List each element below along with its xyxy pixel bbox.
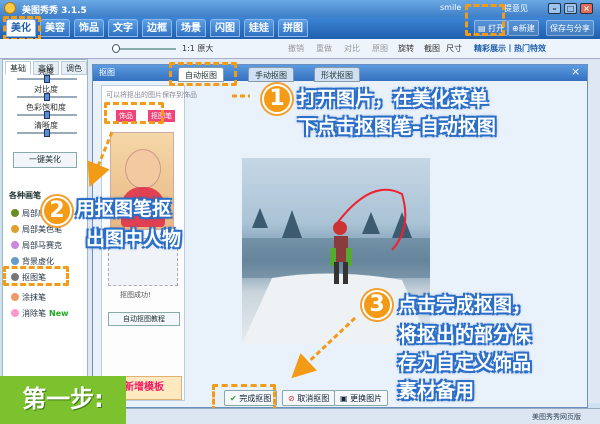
- menu-bar: 美化 美容 饰品 文字 边框 场景 闪图 娃娃 拼图 ▤ 打开 ⊕新建 保存与分…: [0, 17, 600, 39]
- close-icon[interactable]: ×: [580, 3, 593, 14]
- highlight-auto-cutout-tab: [169, 62, 237, 86]
- tab-frame[interactable]: 边框: [142, 19, 172, 37]
- redo-button[interactable]: 重做: [316, 43, 332, 54]
- tool-label: 消除笔: [22, 309, 46, 318]
- annotation-3c: 存为自定义饰品: [398, 352, 532, 374]
- feedback-link[interactable]: 提意见: [504, 3, 528, 14]
- maximize-icon[interactable]: □: [564, 3, 577, 14]
- eraser-icon: [11, 309, 19, 317]
- status-bar: 美图秀秀网页版: [88, 408, 600, 424]
- saturation-slider[interactable]: [17, 111, 77, 119]
- tab-flash[interactable]: 闪图: [210, 19, 240, 37]
- brightness-slider[interactable]: [17, 75, 77, 83]
- undo-button[interactable]: 撤销: [288, 43, 304, 54]
- annotation-2b: 出图中人物: [86, 228, 182, 250]
- brightness-knob[interactable]: [44, 75, 50, 83]
- crop-button[interactable]: 截图: [424, 43, 440, 54]
- user-label[interactable]: smile: [440, 3, 461, 12]
- blur-icon: [11, 257, 19, 265]
- contrast-knob[interactable]: [44, 93, 50, 101]
- size-button[interactable]: 尺寸: [446, 43, 462, 54]
- image-icon: ▣: [340, 394, 348, 403]
- step-label: 第一步:: [0, 376, 126, 424]
- pen-icon: [11, 293, 19, 301]
- title-bar: 美图秀秀 3.1.5 smile 提意见 – □ ×: [0, 0, 600, 17]
- brush-section-title: 各种画笔: [9, 191, 41, 200]
- mosaic-icon: [11, 241, 19, 249]
- step-number-3: 3: [362, 290, 392, 320]
- annotation-3d: 素材备用: [398, 380, 475, 402]
- new-badge: New: [49, 309, 69, 318]
- original-button[interactable]: 原图: [372, 43, 388, 54]
- change-label: 更换图片: [350, 394, 383, 403]
- one-click-beautify-button[interactable]: 一键美化: [13, 152, 77, 168]
- tab-text[interactable]: 文字: [108, 19, 138, 37]
- baby-face: [125, 149, 161, 189]
- tab-beauty[interactable]: 美容: [40, 19, 70, 37]
- tool-label: 局部美色笔: [22, 225, 62, 234]
- tool-local-mosaic[interactable]: 局部马赛克: [11, 240, 62, 251]
- tool-label: 背景虚化: [22, 257, 54, 266]
- highlight-cutout-brush: [3, 266, 69, 286]
- rotate-button[interactable]: 旋转: [398, 43, 414, 54]
- brush-icon: [11, 209, 19, 217]
- step-number-2: 2: [42, 196, 72, 226]
- highlight-open-button: [465, 4, 505, 36]
- highlight-beautify-tab: [3, 16, 41, 41]
- sharpness-slider[interactable]: [17, 129, 77, 137]
- cancel-label: 取消抠图: [297, 394, 330, 403]
- step-number-1: 1: [262, 84, 292, 114]
- app-logo-icon: [4, 2, 16, 14]
- annotation-1b: 下点击抠图笔-自动抠图: [298, 116, 496, 138]
- tool-smudge[interactable]: 涂抹笔: [11, 292, 46, 303]
- plus-icon: ⊕: [512, 24, 519, 33]
- cancel-cutout-button[interactable]: ⊘ 取消抠图: [282, 390, 336, 406]
- annotation-3a: 点击完成抠图，: [398, 294, 532, 316]
- new-button[interactable]: ⊕新建: [508, 20, 539, 36]
- dialog-hint: 可以将抠出的图片保存到饰品: [106, 91, 197, 99]
- tab-collage[interactable]: 拼图: [278, 19, 308, 37]
- annotation-3b: 将抠出的部分保: [398, 324, 532, 346]
- hot-effects-label[interactable]: 精彩展示丨热门特效: [474, 43, 546, 54]
- change-image-button[interactable]: ▣ 更换图片: [334, 390, 389, 406]
- tool-label: 局部马赛克: [22, 241, 62, 250]
- cancel-icon: ⊘: [288, 394, 295, 403]
- dialog-close-button[interactable]: ×: [571, 66, 583, 78]
- tool-label: 涂抹笔: [22, 293, 46, 302]
- minimize-icon[interactable]: –: [548, 3, 561, 14]
- zoom-slider[interactable]: [112, 48, 176, 50]
- sharpness-knob[interactable]: [44, 129, 50, 137]
- toolbar: 1:1 原大 撤销 重做 对比 原图 旋转 截图 尺寸 精彩展示丨热门特效: [0, 39, 600, 59]
- zoom-slider-knob[interactable]: [112, 44, 120, 53]
- tab-scene[interactable]: 场景: [176, 19, 206, 37]
- web-version-link[interactable]: 美图秀秀网页版: [532, 412, 581, 422]
- contrast-slider[interactable]: [17, 93, 77, 101]
- new-label: 新建: [518, 24, 535, 33]
- compare-button[interactable]: 对比: [344, 43, 360, 54]
- save-share-button[interactable]: 保存与分享: [546, 20, 594, 36]
- tab-manual-cutout[interactable]: 手动抠图: [248, 67, 294, 82]
- left-panel: 基础 高级 调色 亮度 对比度 色彩饱和度 清晰度 一键美化 各种画笔 局部磨皮…: [2, 59, 88, 403]
- annotation-1a: 打开图片，在美化菜单: [298, 88, 489, 110]
- tab-doll[interactable]: 娃娃: [244, 19, 274, 37]
- palette-icon: [11, 225, 19, 233]
- tutorial-button[interactable]: 自动抠图教程: [108, 312, 180, 326]
- cutout-success-caption: 抠图成功!: [120, 291, 151, 299]
- annotation-2a: 用抠图笔抠: [76, 198, 172, 220]
- tool-eraser[interactable]: 消除笔 New: [11, 308, 69, 319]
- highlight-cutout-mini-tab: [104, 102, 164, 124]
- window-title: 美图秀秀 3.1.5: [22, 6, 87, 16]
- tab-shape-cutout[interactable]: 形状抠图: [314, 67, 360, 82]
- zoom-label[interactable]: 1:1 原大: [182, 43, 213, 54]
- saturation-knob[interactable]: [44, 111, 50, 119]
- tab-accessories[interactable]: 饰品: [74, 19, 104, 37]
